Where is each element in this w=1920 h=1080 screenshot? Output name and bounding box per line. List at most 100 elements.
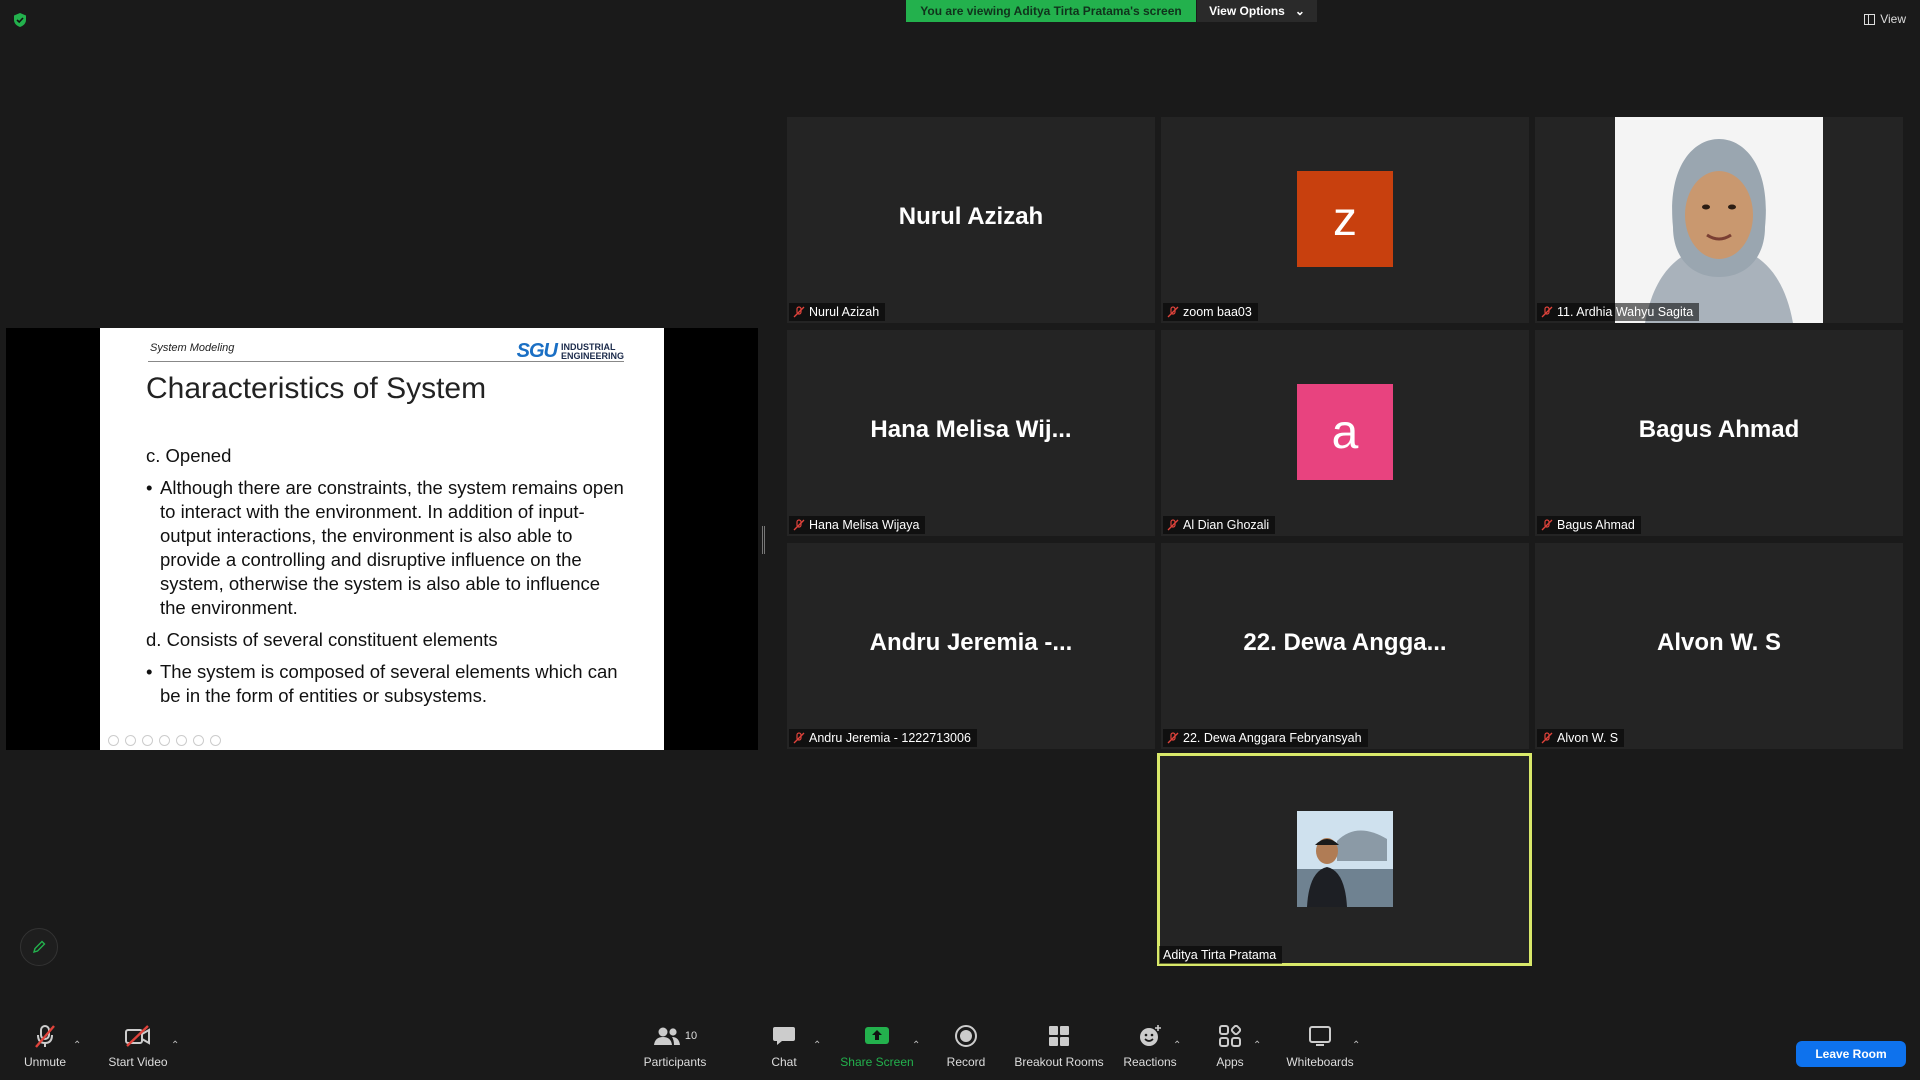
chat-button[interactable]: Chat [765, 1010, 803, 1080]
chat-label: Chat [771, 1055, 797, 1069]
view-options-button[interactable]: View Options ⌄ [1197, 0, 1317, 22]
prev-slide-icon [108, 735, 119, 746]
pen-icon [142, 735, 153, 746]
participant-display-name: Alvon W. S [1656, 629, 1781, 656]
participant-name: Bagus Ahmad [1557, 518, 1635, 532]
record-label: Record [946, 1055, 986, 1069]
participant-label: Bagus Ahmad [1537, 516, 1641, 534]
sgu-logo: SGU INDUSTRIAL ENGINEERING [517, 340, 624, 363]
participant-name: Nurul Azizah [809, 305, 880, 319]
meeting-toolbar: Unmute ⌃ Start Video ⌃ 10 Participants C… [0, 1010, 1920, 1080]
participant-name: 11. Ardhia Wahyu Sagita [1557, 305, 1694, 319]
viewing-screen-banner: You are viewing Aditya Tirta Pratama's s… [906, 0, 1196, 22]
slide-heading-d: d. Consists of several constituent eleme… [146, 629, 498, 650]
participant-photo [1615, 117, 1823, 323]
view-options-label: View Options [1209, 4, 1285, 18]
logo-text: INDUSTRIAL ENGINEERING [561, 342, 624, 361]
reactions-label: Reactions [1123, 1055, 1177, 1069]
chat-icon [773, 1027, 795, 1045]
participant-name: Andru Jeremia - 1222713006 [809, 731, 971, 745]
participant-tile[interactable]: Hana Melisa Wij... Hana Melisa Wijaya [787, 330, 1155, 536]
muted-mic-icon [35, 1025, 55, 1048]
participant-tile[interactable]: Nurul Azizah Nurul Azizah [787, 117, 1155, 323]
zoom-icon [176, 735, 187, 746]
share-screen-icon [865, 1027, 889, 1044]
apps-button[interactable]: Apps [1212, 1010, 1248, 1080]
annotate-button[interactable] [20, 928, 58, 966]
leave-room-button[interactable]: Leave Room [1796, 1041, 1906, 1067]
whiteboards-label: Whiteboards [1286, 1055, 1354, 1069]
start-video-button[interactable]: Start Video [106, 1010, 170, 1080]
participant-display-name: Nurul Azizah [898, 203, 1044, 230]
avatar: a [1297, 384, 1393, 480]
view-label: View [1880, 12, 1906, 26]
participant-label: Hana Melisa Wijaya [789, 516, 926, 534]
slides-icon [159, 735, 170, 746]
breakout-rooms-button[interactable]: Breakout Rooms [1014, 1010, 1104, 1080]
apps-label: Apps [1216, 1055, 1244, 1069]
participants-count: 10 [684, 1030, 698, 1042]
participant-name: Hana Melisa Wijaya [809, 518, 920, 532]
participant-label: Nurul Azizah [789, 303, 886, 321]
security-shield-icon[interactable] [12, 12, 28, 28]
participants-button[interactable]: 10 Participants [640, 1010, 710, 1080]
slide-nav-tools [108, 735, 221, 746]
pencil-icon [32, 940, 46, 954]
chat-options-caret-icon[interactable]: ⌃ [813, 1040, 821, 1051]
resize-splitter[interactable] [762, 526, 765, 554]
reactions-options-caret-icon[interactable]: ⌃ [1173, 1040, 1181, 1051]
slide-header: System Modeling [150, 342, 235, 354]
participant-name: Aditya Tirta Pratama [1163, 948, 1277, 962]
participant-tile[interactable]: Alvon W. S Alvon W. S [1535, 543, 1903, 749]
apps-icon [1219, 1025, 1241, 1047]
video-options-caret-icon[interactable]: ⌃ [171, 1040, 179, 1051]
reactions-button[interactable]: Reactions [1123, 1010, 1177, 1080]
layout-icon [1864, 13, 1876, 25]
participant-name: Alvon W. S [1557, 731, 1619, 745]
profile-photo-image [1297, 811, 1393, 907]
record-icon [955, 1025, 977, 1047]
view-button[interactable]: View [1864, 12, 1906, 26]
muted-mic-icon [793, 519, 805, 531]
participant-label: zoom baa03 [1163, 303, 1258, 321]
slide-title: Characteristics of System [146, 372, 487, 405]
audio-options-caret-icon[interactable]: ⌃ [73, 1040, 81, 1051]
participant-tile[interactable]: z zoom baa03 [1161, 117, 1529, 323]
muted-mic-icon [1167, 732, 1179, 744]
participant-display-name: Hana Melisa Wij... [870, 416, 1072, 443]
profile-photo-image [1615, 117, 1823, 323]
whiteboards-options-caret-icon[interactable]: ⌃ [1352, 1040, 1360, 1051]
participant-tile[interactable]: Bagus Ahmad Bagus Ahmad [1535, 330, 1903, 536]
muted-mic-icon [1541, 306, 1553, 318]
participant-label: 22. Dewa Anggara Febryansyah [1163, 729, 1368, 747]
whiteboards-button[interactable]: Whiteboards [1284, 1010, 1356, 1080]
muted-mic-icon [1167, 306, 1179, 318]
active-speaker-tile[interactable]: Aditya Tirta Pratama [1157, 753, 1532, 966]
reactions-icon [1140, 1025, 1161, 1046]
slide-divider [148, 361, 624, 362]
participant-tile[interactable]: 22. Dewa Angga... 22. Dewa Anggara Febry… [1161, 543, 1529, 749]
participant-tile[interactable]: 11. Ardhia Wahyu Sagita [1535, 117, 1903, 323]
chevron-down-icon: ⌄ [1294, 4, 1305, 18]
muted-mic-icon [793, 306, 805, 318]
share-options-caret-icon[interactable]: ⌃ [912, 1040, 920, 1051]
screen-icon [193, 735, 204, 746]
more-icon [210, 735, 221, 746]
shared-screen[interactable]: System Modeling SGU INDUSTRIAL ENGINEERI… [6, 328, 758, 750]
whiteboard-icon [1309, 1026, 1331, 1046]
participant-display-name: Bagus Ahmad [1638, 416, 1800, 443]
share-screen-button[interactable]: Share Screen [840, 1010, 914, 1080]
record-button[interactable]: Record [945, 1010, 987, 1080]
muted-mic-icon [1541, 519, 1553, 531]
participant-name: Al Dian Ghozali [1183, 518, 1270, 532]
apps-options-caret-icon[interactable]: ⌃ [1253, 1040, 1261, 1051]
participant-label: 11. Ardhia Wahyu Sagita [1537, 303, 1700, 321]
participant-tile[interactable]: Andru Jeremia -... Andru Jeremia - 12227… [787, 543, 1155, 749]
presentation-slide: System Modeling SGU INDUSTRIAL ENGINEERI… [100, 328, 664, 750]
participant-display-name: Andru Jeremia -... [869, 629, 1073, 656]
avatar: z [1297, 171, 1393, 267]
slide-body: c. Opened Although there are constraints… [146, 444, 626, 716]
participant-tile[interactable]: a Al Dian Ghozali [1161, 330, 1529, 536]
participant-name: zoom baa03 [1183, 305, 1252, 319]
unmute-button[interactable]: Unmute [20, 1010, 70, 1080]
